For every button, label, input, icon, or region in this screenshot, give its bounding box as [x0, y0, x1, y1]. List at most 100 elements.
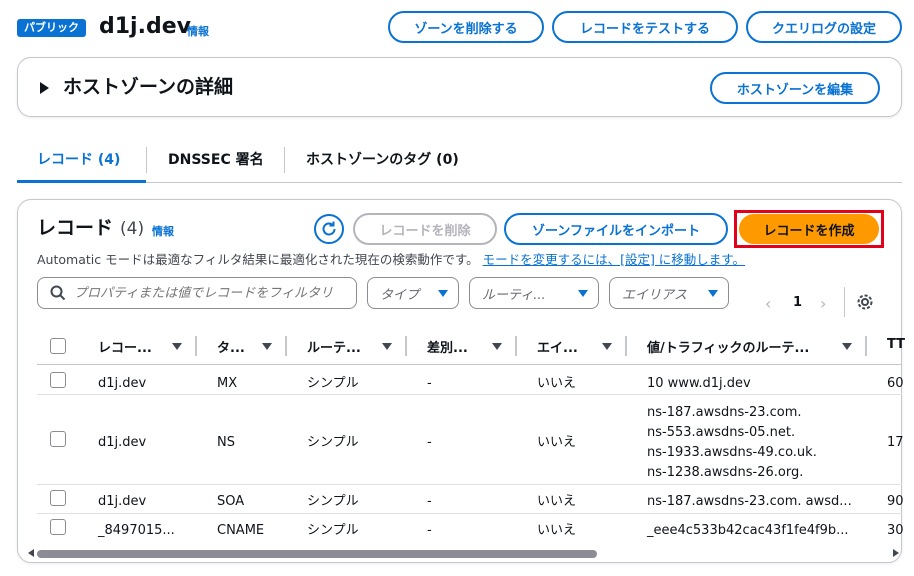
- change-mode-link[interactable]: モードを変更するには、[設定] に移動します。: [483, 252, 745, 267]
- routing-filter-label: ルーティ...: [482, 287, 546, 303]
- alias-cell: いいえ: [537, 376, 577, 391]
- records-title: レコード: [37, 217, 114, 239]
- records-count: (4): [120, 219, 145, 239]
- column-resizer[interactable]: [625, 336, 627, 356]
- alias-filter-label: エイリアス: [622, 287, 688, 303]
- edit-hosted-zone-button[interactable]: ホストゾーンを編集: [710, 72, 880, 104]
- sort-icon[interactable]: [842, 343, 852, 350]
- delete-record-button[interactable]: レコードを削除: [353, 213, 497, 245]
- info-link[interactable]: 情報: [187, 23, 209, 39]
- differentiator-cell: -: [427, 435, 432, 450]
- chevron-down-icon: [438, 289, 448, 297]
- column-header-record-name[interactable]: レコー...: [98, 337, 152, 356]
- alias-cell: いいえ: [537, 523, 577, 538]
- column-resizer[interactable]: [285, 336, 287, 356]
- ttl-cell: 90: [887, 494, 904, 509]
- row-checkbox[interactable]: [50, 372, 66, 388]
- sort-icon[interactable]: [262, 343, 272, 350]
- record-type-cell: MX: [217, 376, 238, 391]
- horizontal-scrollbar[interactable]: [37, 550, 597, 558]
- row-checkbox[interactable]: [50, 490, 66, 506]
- current-page[interactable]: 1: [793, 295, 802, 310]
- alias-filter-select[interactable]: エイリアス: [609, 277, 729, 309]
- value-cell: 10 www.d1j.dev: [647, 376, 751, 391]
- tab-divider: [146, 147, 147, 173]
- pager-divider: [844, 287, 845, 317]
- column-resizer[interactable]: [195, 336, 197, 356]
- column-resizer[interactable]: [515, 336, 517, 356]
- records-info-link[interactable]: 情報: [152, 223, 174, 239]
- details-title[interactable]: ホストゾーンの詳細: [63, 73, 233, 101]
- sort-icon[interactable]: [602, 343, 612, 350]
- value-cell: ns-187.awsdns-23.com.: [647, 405, 802, 420]
- expand-caret-icon[interactable]: [40, 82, 49, 94]
- value-cell: ns-1933.awsdns-49.co.uk.: [647, 445, 817, 460]
- column-header-ttl[interactable]: TT: [887, 337, 905, 352]
- ttl-cell: 17: [887, 435, 904, 450]
- differentiator-cell: -: [427, 523, 432, 538]
- record-name-cell: d1j.dev: [98, 494, 147, 509]
- routing-policy-cell: シンプル: [307, 523, 359, 538]
- chevron-down-icon: [578, 289, 588, 297]
- row-checkbox[interactable]: [50, 519, 66, 535]
- sort-icon[interactable]: [382, 343, 392, 350]
- routing-policy-cell: シンプル: [307, 435, 359, 450]
- highlight-box: [734, 210, 884, 248]
- alias-cell: いいえ: [537, 494, 577, 509]
- column-header-type[interactable]: タ...: [217, 337, 245, 356]
- record-type-cell: CNAME: [217, 523, 265, 538]
- sort-icon[interactable]: [172, 343, 182, 350]
- differentiator-cell: -: [427, 376, 432, 391]
- type-filter-label: タイプ: [380, 287, 420, 303]
- routing-filter-select[interactable]: ルーティ...: [469, 277, 599, 309]
- table-header-divider: [37, 364, 902, 365]
- ttl-cell: 30: [887, 523, 904, 538]
- test-record-button[interactable]: レコードをテストする: [552, 11, 738, 43]
- select-all-checkbox[interactable]: [50, 338, 66, 354]
- record-type-cell: SOA: [217, 494, 245, 509]
- column-header-differentiator[interactable]: 差別...: [427, 337, 468, 356]
- search-input[interactable]: [74, 285, 334, 301]
- refresh-icon[interactable]: [314, 214, 344, 244]
- type-filter-select[interactable]: タイプ: [367, 277, 459, 309]
- public-badge: パブリック: [17, 19, 86, 37]
- search-mode-description: Automatic モードは最適なフィルタ結果に最適化された現在の検索動作です。…: [37, 251, 745, 269]
- column-resizer[interactable]: [405, 336, 407, 356]
- previous-page-icon[interactable]: ‹: [765, 294, 771, 313]
- query-log-button[interactable]: クエリログの設定: [746, 11, 902, 43]
- routing-policy-cell: シンプル: [307, 494, 359, 509]
- description-text: Automatic モードは最適なフィルタ結果に最適化された現在の検索動作です。: [37, 252, 479, 267]
- delete-zone-button[interactable]: ゾーンを削除する: [388, 11, 544, 43]
- record-type-cell: NS: [217, 435, 235, 450]
- routing-policy-cell: シンプル: [307, 376, 359, 391]
- column-resizer[interactable]: [865, 336, 867, 356]
- column-header-alias[interactable]: エイ...: [537, 337, 578, 356]
- import-zone-file-button[interactable]: ゾーンファイルをインポート: [504, 213, 728, 245]
- record-name-cell: d1j.dev: [98, 376, 147, 391]
- column-header-value[interactable]: 値/トラフィックのルーテ...: [647, 337, 809, 356]
- row-checkbox[interactable]: [50, 431, 66, 447]
- value-cell: ns-1238.awsdns-26.org.: [647, 465, 804, 480]
- value-cell: _eee4c533b42cac43f1fe4f9b...: [647, 523, 849, 538]
- column-header-routing[interactable]: ルーテ...: [307, 337, 361, 356]
- zone-title: d1j.dev: [99, 14, 191, 39]
- record-name-cell: d1j.dev: [98, 435, 147, 450]
- row-divider: [37, 513, 902, 514]
- record-filter-search[interactable]: [37, 277, 357, 309]
- search-icon: [50, 285, 66, 301]
- sort-icon[interactable]: [492, 343, 502, 350]
- tab-records[interactable]: レコード (4): [37, 150, 120, 170]
- tab-dnssec[interactable]: DNSSEC 署名: [168, 150, 264, 170]
- gear-icon[interactable]: [856, 293, 874, 315]
- next-page-icon[interactable]: ›: [820, 294, 826, 313]
- tab-divider: [284, 147, 285, 173]
- scroll-right-icon[interactable]: [893, 549, 899, 557]
- differentiator-cell: -: [427, 494, 432, 509]
- alias-cell: いいえ: [537, 435, 577, 450]
- value-cell: ns-187.awsdns-23.com. awsd...: [647, 494, 852, 509]
- scroll-left-icon[interactable]: [28, 549, 34, 557]
- ttl-cell: 60: [887, 376, 904, 391]
- tab-tags[interactable]: ホストゾーンのタグ (0): [306, 150, 459, 170]
- tab-baseline: [17, 182, 902, 183]
- row-divider: [37, 394, 902, 395]
